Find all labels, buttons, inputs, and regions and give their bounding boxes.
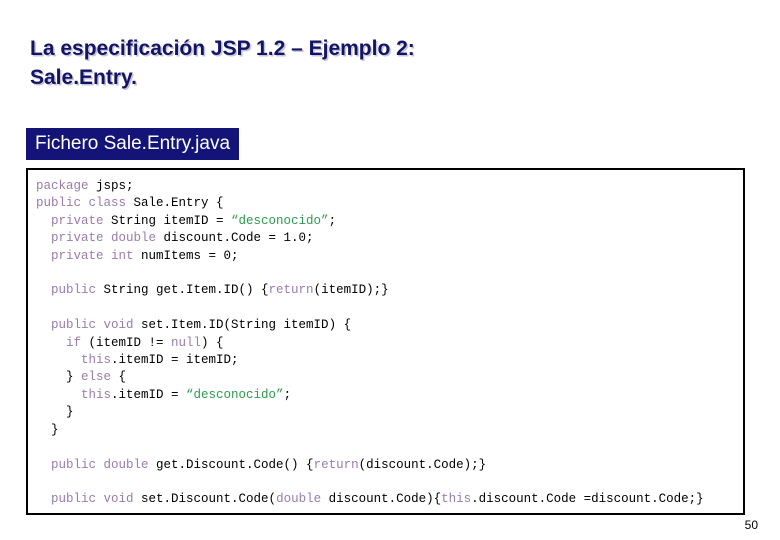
code-token-plain: (discount.Code);} (358, 457, 487, 472)
code-token-kw: else (81, 370, 112, 385)
code-token-plain: } (36, 370, 82, 385)
code-token-plain: get.Discount.Code() { (148, 457, 314, 472)
page-title: La especificación JSP 1.2 – Ejemplo 2: S… (30, 37, 415, 89)
code-token-kw: this (36, 387, 112, 402)
code-token-plain: ) { (201, 335, 224, 350)
code-token-plain: Sale.Entry { (126, 196, 224, 211)
code-token-plain: (itemID);} (313, 283, 389, 298)
code-token-plain: } (36, 422, 59, 437)
page-number: 50 (744, 518, 758, 532)
code-line: this.itemID = “desconocido”; (36, 387, 743, 404)
code-token-kw: if (36, 335, 82, 350)
code-token-kw: public double (36, 457, 149, 472)
code-line: } else { (36, 369, 743, 386)
code-token-plain: ; (283, 387, 292, 402)
code-token-plain: ; (328, 213, 337, 228)
code-token-kw: this (36, 353, 112, 368)
code-token-plain: set.Discount.Code( (133, 492, 277, 507)
code-token-kw: return (313, 457, 359, 472)
code-token-str: “desconocido” (231, 213, 329, 228)
code-block-container: package jsps; public class Sale.Entry { p… (26, 168, 745, 515)
code-line: this.itemID = itemID; (36, 352, 743, 369)
code-token-plain: .itemID = itemID; (111, 353, 239, 368)
file-header-bar: Fichero Sale.Entry.java (26, 128, 240, 160)
code-token-plain: String get.Item.ID() { (96, 283, 269, 298)
code-line: private double discount.Code = 1.0; (36, 230, 743, 247)
code-token-plain: } (36, 405, 74, 420)
code-token-plain: String itemID = (103, 213, 232, 228)
code-token-kw: double (276, 492, 322, 507)
code-token-plain: { (111, 370, 127, 385)
code-line: } (36, 422, 743, 439)
code-line: public void set.Discount.Code(double dis… (36, 491, 743, 508)
code-token-plain: jsps; (88, 179, 134, 193)
code-token-kw: this (441, 492, 472, 507)
code-token-kw: private int (36, 248, 134, 263)
code-token-plain: .itemID = (111, 387, 187, 402)
code-listing: package jsps; public class Sale.Entry { p… (28, 170, 743, 509)
code-line: public void set.Item.ID(String itemID) { (36, 317, 743, 334)
code-token-kw: public void (36, 492, 134, 507)
code-token-kw: null (171, 335, 202, 350)
code-token-plain: numItems = 0; (133, 248, 239, 263)
file-header-label: Fichero Sale.Entry.java (35, 133, 231, 154)
code-line: package jsps; (36, 178, 743, 195)
code-line: private String itemID = “desconocido”; (36, 213, 743, 230)
code-token-plain: set.Item.ID(String itemID) { (133, 318, 352, 333)
code-token-kw: private (36, 213, 104, 228)
code-token-plain: discount.Code = 1.0; (156, 231, 314, 246)
code-token-plain: (itemID != (81, 335, 172, 350)
code-token-kw: public void (36, 318, 134, 333)
code-token-str: “desconocido” (186, 387, 284, 402)
code-line: if (itemID != null) { (36, 335, 743, 352)
code-line: public String get.Item.ID() {return(item… (36, 282, 743, 299)
code-line: } (36, 404, 743, 421)
code-token-plain: discount.Code){ (321, 492, 442, 507)
code-token-plain: .discount.Code =discount.Code;} (471, 492, 704, 507)
code-token-kw: public class (36, 196, 127, 211)
code-line: public class Sale.Entry { (36, 195, 743, 212)
code-line: public double get.Discount.Code() {retur… (36, 457, 743, 474)
code-token-kw: return (268, 283, 314, 298)
code-token-kw: public (36, 283, 97, 298)
code-token-kw: package (36, 179, 89, 193)
code-line: private int numItems = 0; (36, 248, 743, 265)
code-token-kw: private double (36, 231, 157, 246)
